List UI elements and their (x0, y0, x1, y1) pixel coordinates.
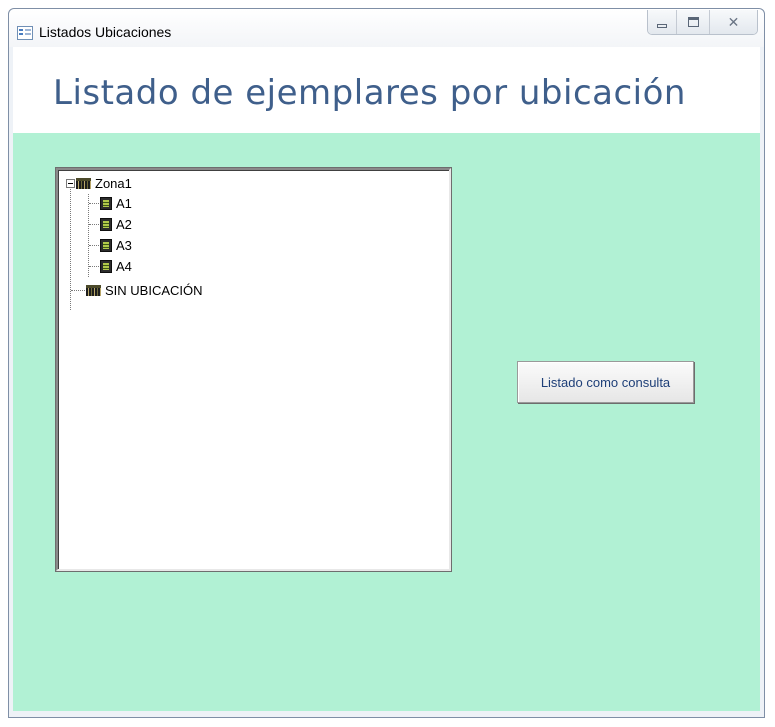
form-detail: Zona1 A1 A2 A3 A4 SIN UBICACIÓN Listado … (13, 133, 760, 711)
close-icon: ✕ (727, 14, 740, 30)
tree-connector (89, 223, 99, 225)
shelf-icon (100, 196, 112, 210)
tree-node-label: A3 (116, 237, 132, 253)
tree-connector (89, 265, 99, 267)
title-bar[interactable]: Listados Ubicaciones ✕ (9, 9, 764, 47)
tree-content: Zona1 A1 A2 A3 A4 SIN UBICACIÓN (64, 174, 449, 569)
tree-node-label: SIN UBICACIÓN (105, 282, 203, 298)
shelf-icon (100, 238, 112, 252)
form-window: Listados Ubicaciones ✕ Listado de ejempl… (8, 8, 765, 718)
tree-node-zona1[interactable]: Zona1 (66, 174, 132, 192)
maximize-button[interactable] (676, 10, 709, 34)
zone-icon (76, 177, 91, 189)
collapse-icon[interactable] (66, 178, 75, 188)
form-header: Listado de ejemplares por ubicación (13, 47, 760, 133)
zone-icon (86, 284, 101, 296)
minimize-button[interactable] (648, 10, 676, 34)
tree-node-label: A4 (116, 258, 132, 274)
tree-node-label: Zona1 (95, 175, 132, 191)
window-title: Listados Ubicaciones (39, 24, 172, 40)
tree-node-label: A2 (116, 216, 132, 232)
tree-connector (89, 202, 99, 204)
tree-node-label: A1 (116, 195, 132, 211)
window-controls: ✕ (647, 10, 758, 35)
tree-node-sin-ubicacion[interactable]: SIN UBICACIÓN (71, 281, 203, 299)
listado-consulta-button[interactable]: Listado como consulta (517, 361, 694, 403)
maximize-icon (687, 17, 699, 27)
minimize-icon (657, 24, 667, 28)
location-tree[interactable]: Zona1 A1 A2 A3 A4 SIN UBICACIÓN (56, 168, 451, 571)
tree-connector (89, 244, 99, 246)
page-title: Listado de ejemplares por ubicación (53, 73, 686, 113)
tree-node-a4[interactable]: A4 (89, 257, 132, 275)
shelf-icon (100, 217, 112, 231)
tree-node-a1[interactable]: A1 (89, 194, 132, 212)
tree-node-a2[interactable]: A2 (89, 215, 132, 233)
close-button[interactable]: ✕ (709, 10, 757, 34)
tree-node-a3[interactable]: A3 (89, 236, 132, 254)
form-icon (17, 26, 33, 40)
tree-connector (71, 289, 85, 291)
shelf-icon (100, 259, 112, 273)
